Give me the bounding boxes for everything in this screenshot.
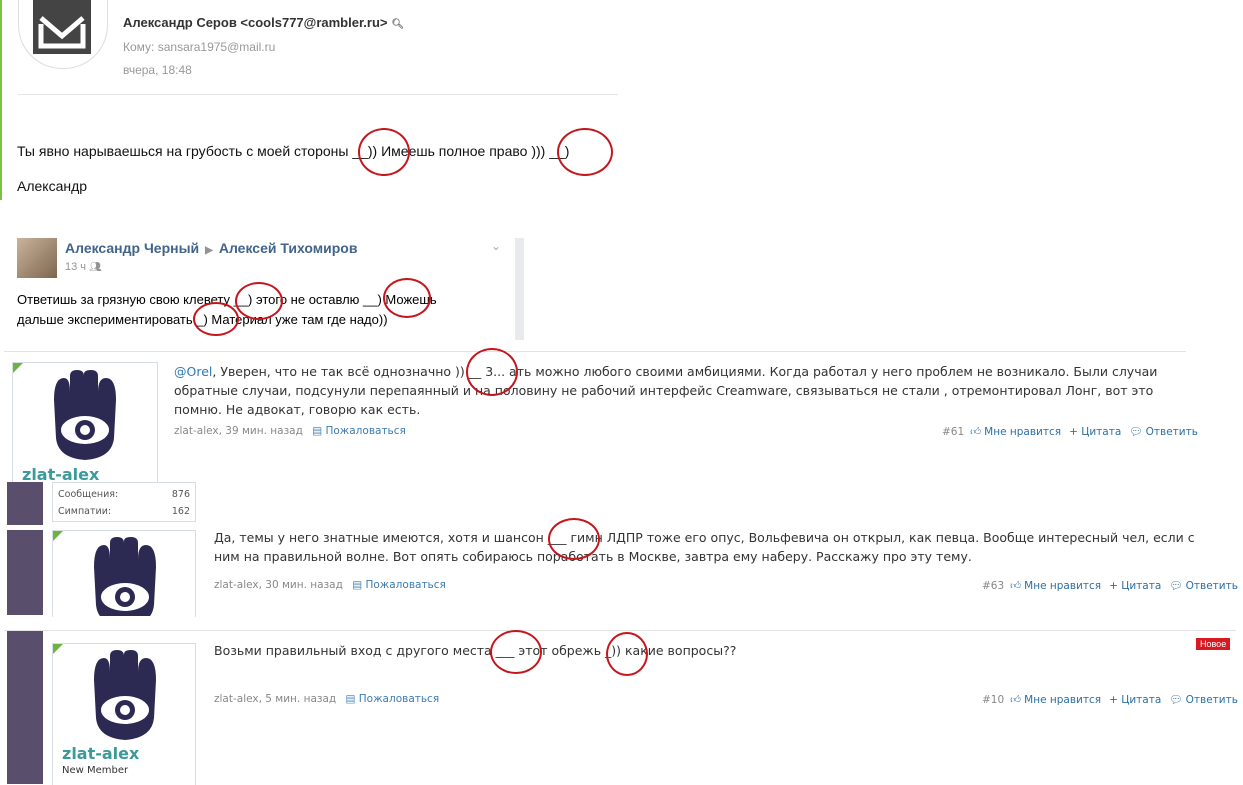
post-message: Да, темы у него знатные имеются, хотя и … — [214, 530, 1195, 564]
vk-post-time[interactable]: 13 ч 👥︎ — [65, 261, 102, 273]
sidebar-strip — [7, 631, 43, 784]
email-recipient: Кому: sansara1975@mail.ru — [123, 40, 276, 54]
vk-time-text: 13 ч — [65, 261, 87, 273]
report-link[interactable]: Пожаловаться — [365, 579, 445, 591]
vk-author-avatar[interactable] — [17, 238, 57, 278]
envelope-icon — [33, 0, 91, 54]
thumbs-up-icon: 👍︎ — [970, 426, 982, 438]
thumbs-up-icon: 👍︎ — [1010, 580, 1022, 592]
report-icon: ▤ — [345, 693, 356, 705]
report-link[interactable]: Пожаловаться — [359, 693, 439, 705]
email-sender-text: Александр Серов <cools777@rambler.ru> — [123, 15, 388, 30]
email-divider — [18, 94, 618, 95]
email-sender[interactable]: Александр Серов <cools777@rambler.ru> 🔍︎ — [123, 15, 404, 30]
thumbs-up-icon: 👍︎ — [1010, 694, 1022, 706]
stat-value[interactable]: 162 — [172, 506, 190, 517]
hamsa-avatar-icon[interactable] — [44, 370, 126, 462]
online-indicator — [13, 363, 23, 373]
email-signature: Александр — [17, 178, 88, 194]
user-title: New Member — [62, 765, 129, 776]
post-actions: #61 👍︎ Мне нравится + Цитата 💬︎ Ответить — [942, 425, 1198, 438]
post-message: Возьми правильный вход с другого места _… — [214, 643, 737, 658]
vk-recipient-link[interactable]: Алексей Тихомиров — [219, 240, 358, 256]
vk-post-header: Александр Черный ▶ Алексей Тихомиров — [65, 240, 357, 256]
new-badge: Новое — [1196, 638, 1231, 650]
hamsa-avatar-icon[interactable] — [84, 537, 166, 616]
reply-link[interactable]: Ответить — [1186, 694, 1238, 706]
email-body: Ты явно нарываешься на грубость с моей с… — [17, 143, 570, 159]
report-icon: ▤ — [352, 579, 363, 591]
reply-icon: 💬︎ — [1129, 426, 1143, 438]
like-link[interactable]: Мне нравится — [1024, 580, 1101, 592]
friends-icon: 👥︎ — [89, 262, 102, 273]
reply-icon: 💬︎ — [1169, 580, 1183, 592]
vk-scrollbar[interactable] — [515, 238, 524, 340]
forum-divider — [4, 630, 1236, 631]
post-author-time[interactable]: zlat-alex, 39 мин. назад — [174, 425, 303, 437]
post-number-link[interactable]: #10 — [982, 694, 1004, 706]
user-stats: Сообщения: 876 Симпатии: 162 — [52, 482, 196, 522]
post-actions: #63 👍︎ Мне нравится + Цитата 💬︎ Ответить — [982, 579, 1238, 592]
vk-post-text: Ответишь за грязную свою клевету __) это… — [17, 292, 437, 327]
search-icon[interactable]: 🔍︎ — [392, 19, 405, 30]
reply-link[interactable]: Ответить — [1186, 580, 1238, 592]
vk-author-link[interactable]: Александр Черный — [65, 240, 199, 256]
report-icon: ▤ — [312, 425, 323, 437]
forum-divider — [4, 351, 1186, 352]
post-message-text: , Уверен, что не так всё однозначно )) _… — [174, 364, 1158, 417]
stat-value[interactable]: 876 — [172, 489, 190, 500]
online-indicator — [53, 644, 63, 654]
post-meta: zlat-alex, 30 мин. назад ▤ Пожаловаться — [214, 579, 446, 591]
reply-link[interactable]: Ответить — [1146, 426, 1198, 438]
post-number-link[interactable]: #61 — [942, 426, 964, 438]
post-actions: #10 👍︎ Мне нравится + Цитата 💬︎ Ответить — [982, 693, 1238, 706]
sidebar-strip — [7, 530, 43, 615]
report-link[interactable]: Пожаловаться — [325, 425, 405, 437]
post-author-username[interactable]: zlat-alex — [62, 744, 139, 763]
email-date: вчера, 18:48 — [123, 63, 192, 77]
email-left-accent — [0, 0, 2, 200]
quote-link[interactable]: + Цитата — [1069, 426, 1121, 438]
stat-label: Симпатии: — [58, 506, 112, 517]
post-message: @Orel, Уверен, что не так всё однозначно… — [174, 362, 1174, 419]
user-mention-link[interactable]: @Orel — [174, 364, 212, 379]
quote-link[interactable]: + Цитата — [1109, 580, 1161, 592]
hamsa-avatar-icon[interactable] — [84, 650, 166, 742]
quote-link[interactable]: + Цитата — [1109, 694, 1161, 706]
sender-avatar — [18, 0, 108, 69]
like-link[interactable]: Мне нравится — [1024, 694, 1101, 706]
arrow-right-icon: ▶ — [205, 245, 213, 256]
sidebar-strip — [7, 482, 43, 525]
post-meta: zlat-alex, 5 мин. назад ▤ Пожаловаться — [214, 693, 439, 705]
stat-label: Сообщения: — [58, 489, 119, 500]
post-author-time[interactable]: zlat-alex, 30 мин. назад — [214, 579, 343, 591]
like-link[interactable]: Мне нравится — [984, 426, 1061, 438]
post-author-time[interactable]: zlat-alex, 5 мин. назад — [214, 693, 336, 705]
online-indicator — [53, 531, 63, 541]
post-meta: zlat-alex, 39 мин. назад ▤ Пожаловаться — [174, 425, 406, 437]
post-number-link[interactable]: #63 — [982, 580, 1004, 592]
reply-icon: 💬︎ — [1169, 694, 1183, 706]
chevron-down-icon[interactable]: ⌄ — [491, 239, 501, 253]
